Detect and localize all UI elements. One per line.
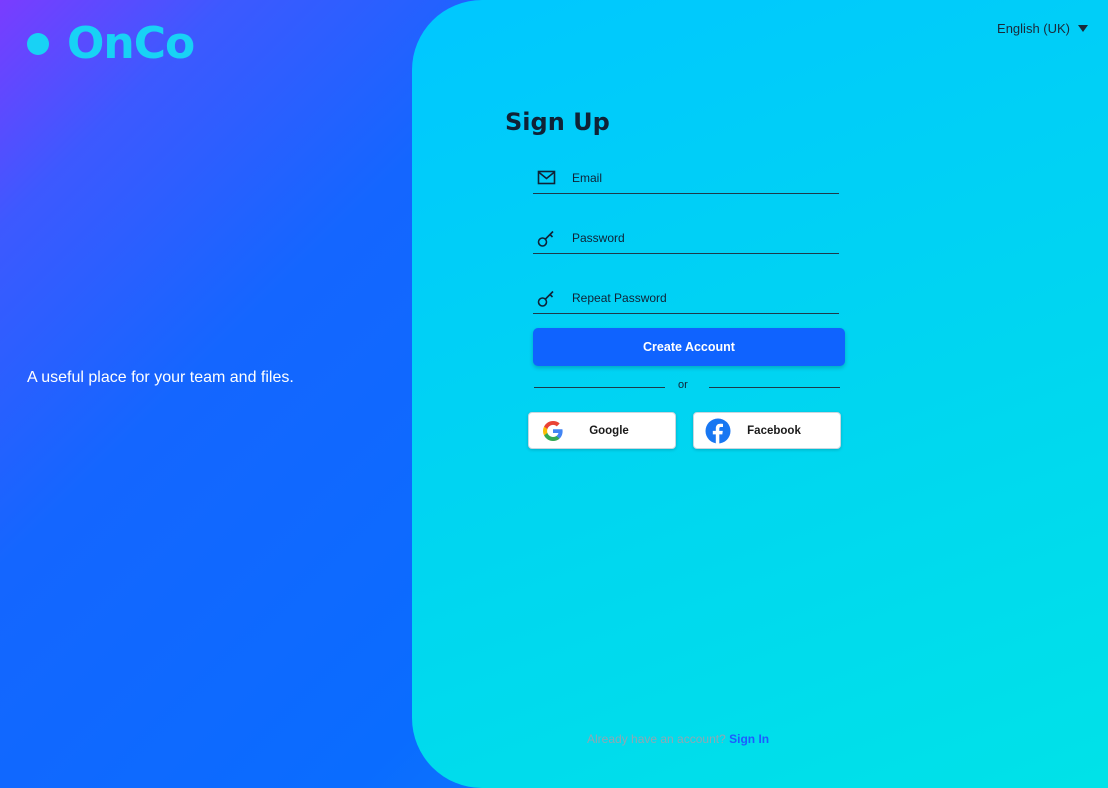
- signup-panel: English (UK) Sign Up Email Create Accoun…: [412, 0, 1108, 788]
- divider-label: or: [678, 379, 688, 391]
- logo-dot-icon: [27, 32, 49, 55]
- signin-prompt-text: Already have an account?: [587, 732, 726, 746]
- repeat-password-field[interactable]: [533, 283, 839, 314]
- logo[interactable]: OnCo: [27, 18, 195, 69]
- or-divider: or: [534, 378, 840, 396]
- google-signin-button[interactable]: Google: [528, 412, 676, 449]
- brand-panel: OnCo A useful place for your team and fi…: [0, 0, 470, 788]
- divider-line-left: [534, 387, 665, 388]
- facebook-label: Facebook: [747, 424, 801, 437]
- email-input[interactable]: [572, 171, 832, 185]
- google-label: Google: [589, 424, 629, 437]
- repeat-password-input[interactable]: [572, 291, 832, 305]
- password-input[interactable]: [572, 231, 832, 245]
- facebook-icon: [704, 417, 732, 445]
- create-account-button[interactable]: Create Account: [533, 328, 845, 366]
- language-selector[interactable]: English (UK): [997, 21, 1088, 36]
- divider-line-right: [709, 387, 840, 388]
- signin-prompt: Already have an account? Sign In: [587, 732, 769, 746]
- signin-link[interactable]: Sign In: [729, 732, 769, 746]
- google-icon: [539, 417, 567, 445]
- password-field[interactable]: [533, 223, 839, 254]
- page-title: Sign Up: [505, 108, 610, 136]
- email-field[interactable]: [533, 163, 839, 194]
- tagline: A useful place for your team and files.: [27, 369, 294, 386]
- logo-text: OnCo: [67, 18, 195, 69]
- key-icon: [535, 286, 559, 310]
- caret-down-icon: [1078, 25, 1088, 32]
- key-icon: [535, 226, 559, 250]
- language-label: English (UK): [997, 21, 1070, 36]
- facebook-signin-button[interactable]: Facebook: [693, 412, 841, 449]
- mail-icon: [535, 166, 559, 190]
